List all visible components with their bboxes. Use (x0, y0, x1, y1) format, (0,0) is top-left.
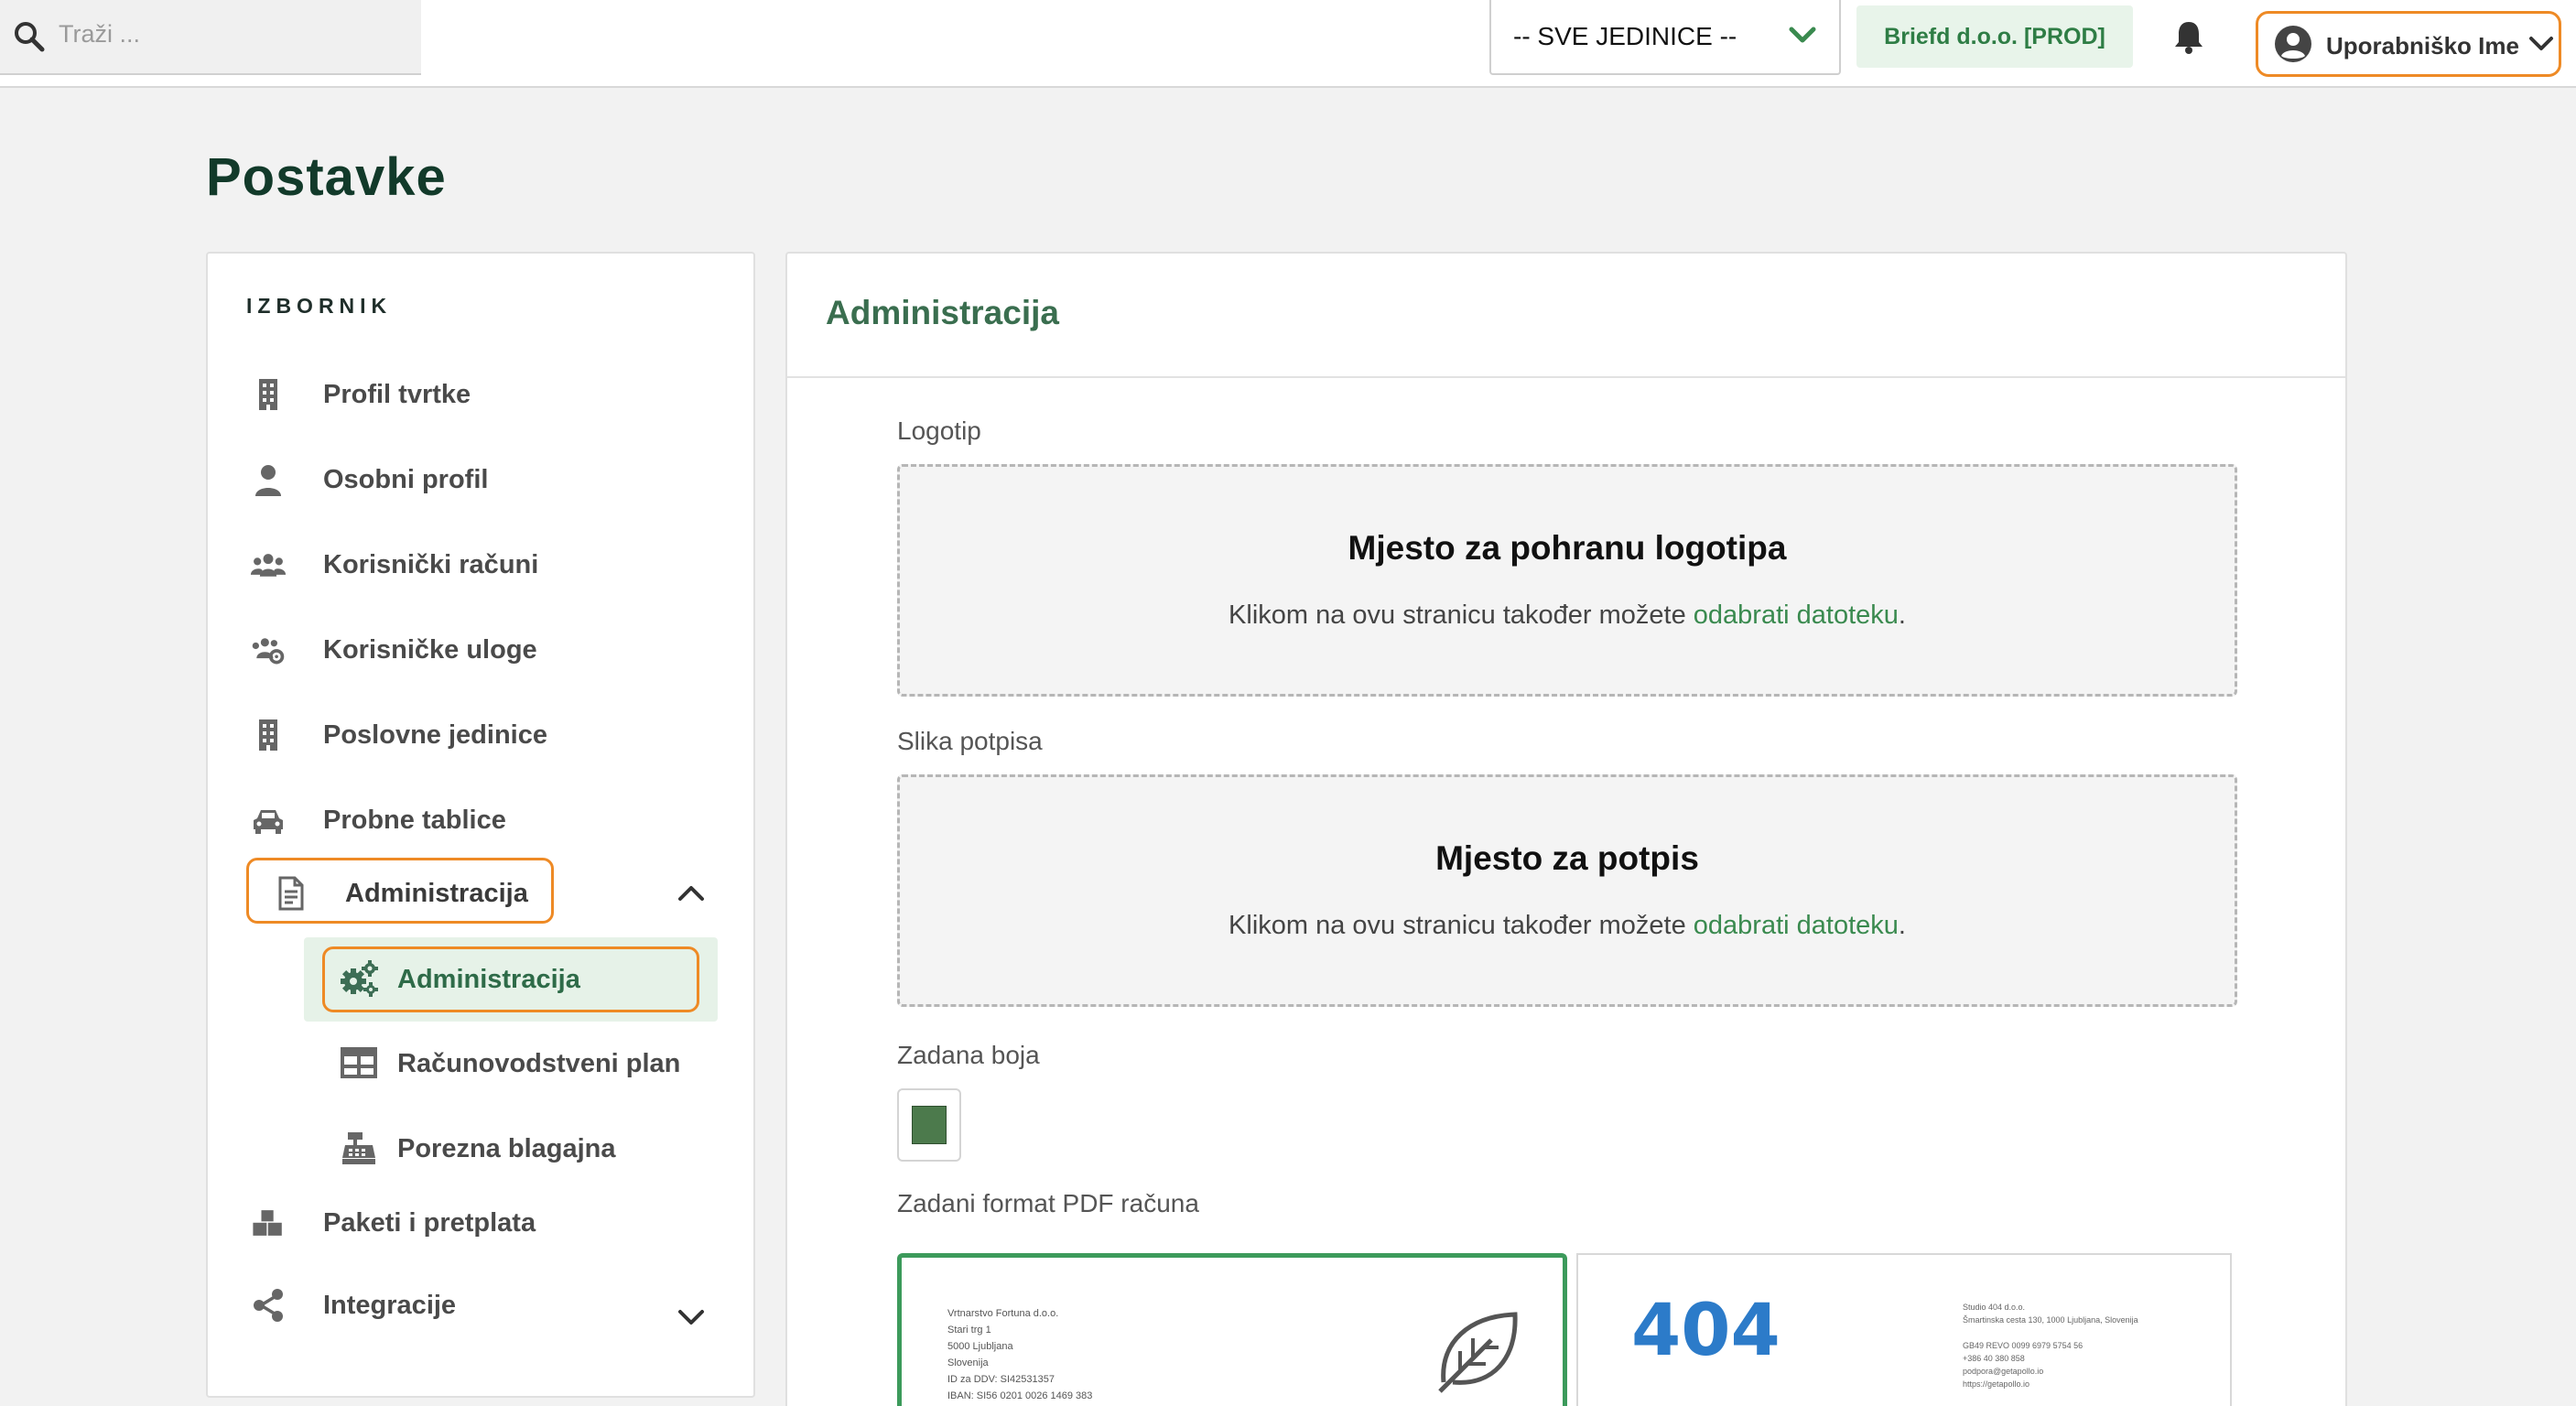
signature-dropzone-heading: Mjesto za potpis (1435, 839, 1699, 877)
chevron-down-icon (2529, 37, 2553, 50)
color-picker[interactable] (897, 1088, 961, 1162)
boxes-icon (252, 1208, 284, 1238)
user-name: Uporabniško Ime (2326, 32, 2519, 59)
leaf-logo-icon (1438, 1312, 1518, 1393)
menu-item-company-profile[interactable]: Profil tvrtke (235, 362, 711, 426)
submenu-item-cash-register[interactable]: Porezna blagajna (304, 1107, 718, 1191)
menu-item-user-accounts[interactable]: Korisnički računi (235, 532, 711, 596)
menu-item-label: Poslovne jedinice (323, 720, 547, 750)
menu-item-label: Administracija (345, 879, 528, 908)
bell-icon[interactable] (2172, 18, 2205, 55)
administration-panel: Administracija Logotip Mjesto za pohranu… (785, 252, 2347, 1406)
select-file-link[interactable]: odabrati datoteku (1694, 911, 1899, 940)
menu-item-label: Profil tvrtke (323, 380, 471, 409)
logo-label: Logotip (897, 416, 981, 445)
pdf-template-option-selected[interactable]: Vrtnarstvo Fortuna d.o.o. Stari trg 1 50… (897, 1253, 1567, 1406)
menu-item-personal-profile[interactable]: Osobni profil (235, 447, 711, 511)
chevron-down-icon[interactable] (676, 1307, 706, 1327)
menu-item-label: Osobni profil (323, 465, 489, 494)
search-field[interactable]: Traži ... (0, 0, 421, 75)
pdf-template-option[interactable]: 404 Studio 404 d.o.o. Šmartinska cesta 1… (1576, 1253, 2232, 1406)
divider (787, 376, 2345, 378)
share-icon (254, 1289, 283, 1322)
panel-title: Administracija (826, 294, 1059, 331)
company-badge[interactable]: Briefd d.o.o. [PROD] (1856, 5, 2133, 68)
signature-dropzone-text: Klikom na ovu stranicu također možete od… (1228, 911, 1906, 940)
building-icon (259, 379, 277, 410)
logo-dropzone[interactable]: Mjesto za pohranu logotipa Klikom na ovu… (897, 464, 2237, 697)
menu-item-label: Korisničke uloge (323, 635, 537, 665)
menu-heading: IZBORNIK (246, 294, 393, 318)
business-unit-value: -- SVE JEDINICE -- (1513, 22, 1737, 50)
submenu-item-label: Administracija (397, 965, 580, 994)
default-color-label: Zadana boja (897, 1041, 1040, 1069)
car-icon (254, 810, 283, 834)
table-icon (341, 1047, 377, 1078)
menu-item-label: Paketi i pretplata (323, 1208, 536, 1238)
menu-item-user-roles[interactable]: Korisničke uloge (235, 617, 711, 681)
menu-item-packages-subscription[interactable]: Paketi i pretplata (235, 1190, 711, 1254)
user-icon (255, 465, 281, 496)
user-circle-icon (2275, 26, 2311, 62)
submenu-item-label: Računovodstveni plan (397, 1049, 681, 1078)
chevron-down-icon (1789, 27, 1816, 43)
menu-item-administration[interactable]: Administracija (246, 858, 554, 924)
template-logo-text: 404 (1631, 1290, 1780, 1372)
cash-register-icon (342, 1132, 375, 1164)
signature-label: Slika potpisa (897, 727, 1043, 755)
users-gear-icon (252, 638, 285, 665)
settings-menu: IZBORNIK Profil tvrtke Osobni profil Kor… (206, 252, 755, 1398)
chevron-up-icon[interactable] (676, 883, 706, 903)
menu-item-label: Korisnički računi (323, 550, 539, 579)
menu-item-test-plates[interactable]: Probne tablice (235, 787, 711, 851)
submenu-item-chart-of-accounts[interactable]: Računovodstveni plan (304, 1022, 718, 1106)
document-icon (278, 876, 304, 911)
user-menu[interactable]: Uporabniško Ime (2256, 11, 2561, 77)
search-placeholder: Traži ... (59, 20, 141, 48)
select-file-link[interactable]: odabrati datoteku (1694, 600, 1899, 630)
search-icon (15, 22, 45, 52)
building-icon (259, 719, 277, 751)
template-preview-text: Studio 404 d.o.o. Šmartinska cesta 130, … (1963, 1303, 2138, 1389)
business-unit-select[interactable]: -- SVE JEDINICE -- (1489, 0, 1841, 75)
menu-item-business-units[interactable]: Poslovne jedinice (235, 702, 711, 766)
logo-dropzone-heading: Mjesto za pohranu logotipa (1348, 529, 1787, 567)
color-swatch (912, 1106, 947, 1144)
gears-icon (341, 960, 378, 997)
users-icon (250, 554, 287, 577)
submenu-item-administration[interactable]: Administracija (304, 937, 718, 1022)
logo-dropzone-text: Klikom na ovu stranicu također možete od… (1228, 600, 1906, 630)
menu-item-label: Integracije (323, 1291, 457, 1320)
menu-item-integrations[interactable]: Integracije (235, 1272, 711, 1336)
menu-item-label: Probne tablice (323, 806, 506, 835)
page-title: Postavke (206, 147, 447, 207)
pdf-format-label: Zadani format PDF računa (897, 1189, 1199, 1217)
signature-dropzone[interactable]: Mjesto za potpis Klikom na ovu stranicu … (897, 774, 2237, 1007)
top-bar: Traži ... -- SVE JEDINICE -- Briefd d.o.… (0, 0, 2576, 88)
submenu-item-label: Porezna blagajna (397, 1134, 616, 1163)
template-preview-text: Vrtnarstvo Fortuna d.o.o. Stari trg 1 50… (947, 1308, 1093, 1401)
